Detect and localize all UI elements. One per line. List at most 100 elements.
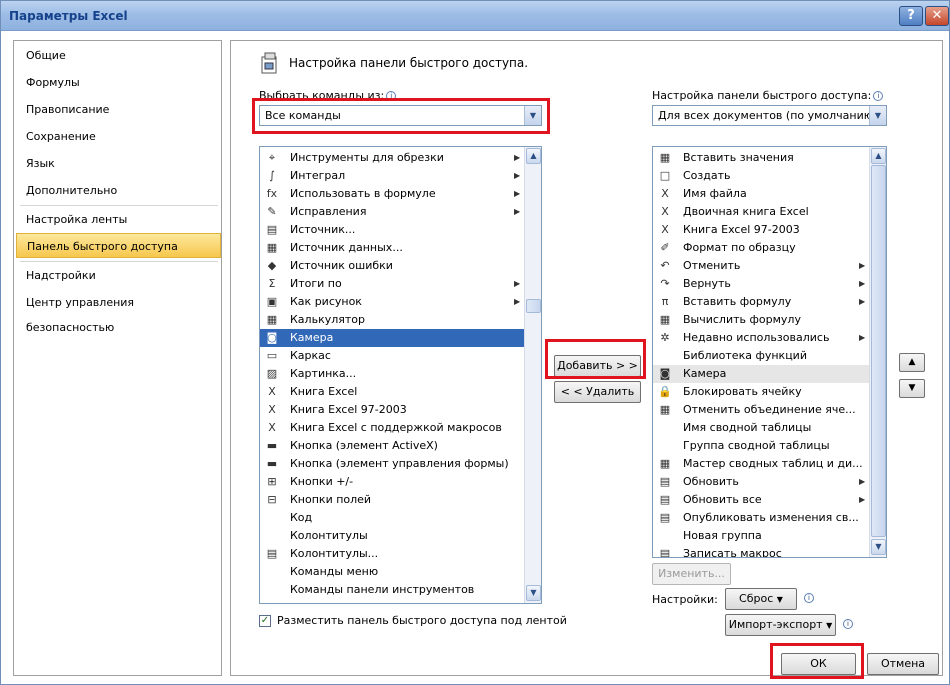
list-item[interactable]: Команды панели инструментов xyxy=(260,581,524,599)
list-item-label: Имя сводной таблицы xyxy=(683,421,812,434)
nav-item-trust-center[interactable]: Центр управления безопасностью xyxy=(16,290,221,334)
list-item[interactable]: ◙ Камера xyxy=(653,365,869,383)
nav-item-proofing[interactable]: Правописание xyxy=(16,97,221,122)
list-item[interactable]: ▣ Как рисунок ▶ xyxy=(260,293,524,311)
list-item[interactable]: ▭ Каркас xyxy=(260,347,524,365)
scroll-down-icon[interactable]: ▼ xyxy=(871,539,886,555)
list-item[interactable]: X Книга Excel xyxy=(260,383,524,401)
command-icon: 🔒 xyxy=(658,385,672,398)
commands-list[interactable]: ⌖ Инструменты для обрезки ▶ ∫ Интеграл ▶ fx Исп… xyxy=(259,146,542,604)
highlight-frame xyxy=(252,98,550,134)
move-down-button[interactable]: ▼ xyxy=(899,379,925,398)
list-item[interactable]: ▤ Опубликовать изменения св... xyxy=(653,509,869,527)
list-item[interactable]: ▦ Вставить значения xyxy=(653,149,869,167)
list-item-label: Кнопки +/- xyxy=(290,475,354,488)
command-icon: X xyxy=(661,205,669,218)
list-item[interactable]: Библиотека функций xyxy=(653,347,869,365)
list-item[interactable]: π Вставить формулу ▶ xyxy=(653,293,869,311)
list-item-label: Команды меню xyxy=(290,565,379,578)
scroll-thumb[interactable] xyxy=(871,165,886,537)
list-item[interactable]: Колонтитулы xyxy=(260,527,524,545)
list-item[interactable]: ✎ Исправления ▶ xyxy=(260,203,524,221)
list-item[interactable]: ↶ Отменить ▶ xyxy=(653,257,869,275)
qat-commands-list[interactable]: ▦ Вставить значения □ Создать X Имя файла X Дво… xyxy=(652,146,887,558)
list-item[interactable]: ⊟ Кнопки полей xyxy=(260,491,524,509)
list-item[interactable]: ◆ Источник ошибки xyxy=(260,257,524,275)
show-below-ribbon-label: Разместить панель быстрого доступа под л… xyxy=(277,614,567,627)
list-item[interactable]: □ Создать xyxy=(653,167,869,185)
modify-button[interactable]: Изменить... xyxy=(652,563,731,585)
command-icon: ◙ xyxy=(659,367,671,380)
list-item[interactable]: X Книга Excel 97-2003 xyxy=(260,401,524,419)
nav-item-addins[interactable]: Надстройки xyxy=(16,263,221,288)
list-item[interactable]: ◙ Камера xyxy=(260,329,524,347)
nav-item-quick-access-toolbar[interactable]: Панель быстрого доступа xyxy=(16,233,221,258)
list-item[interactable]: ▦ Калькулятор xyxy=(260,311,524,329)
list-item[interactable]: ▨ Картинка... xyxy=(260,365,524,383)
list-item[interactable]: ▤ Записать макрос xyxy=(653,545,869,558)
list-item[interactable]: ▤ Источник... xyxy=(260,221,524,239)
list-item[interactable]: ▦ Мастер сводных таблиц и ди... xyxy=(653,455,869,473)
list-item[interactable]: ∫ Интеграл ▶ xyxy=(260,167,524,185)
move-up-button[interactable]: ▲ xyxy=(899,353,925,372)
command-icon: Σ xyxy=(268,277,276,290)
customizations-label: Настройки: xyxy=(652,593,718,606)
command-icon: ↷ xyxy=(660,277,670,290)
list-item[interactable]: Новая группа xyxy=(653,527,869,545)
cancel-button[interactable]: Отмена xyxy=(867,653,939,675)
reset-button[interactable]: Сброс ▼ xyxy=(725,588,797,610)
commands-scrollbar[interactable]: ▲ ▼ xyxy=(524,147,541,603)
command-icon: ▤ xyxy=(659,493,671,506)
list-item[interactable]: ▬ Кнопка (элемент ActiveX) xyxy=(260,437,524,455)
list-item-label: Книга Excel с поддержкой макросов xyxy=(290,421,502,434)
command-icon: X xyxy=(661,223,669,236)
list-item[interactable]: ✐ Формат по образцу xyxy=(653,239,869,257)
scroll-thumb[interactable] xyxy=(526,299,541,313)
list-item[interactable]: ▦ Источник данных... xyxy=(260,239,524,257)
command-icon: ▤ xyxy=(659,547,671,558)
help-button[interactable]: ? xyxy=(899,6,923,26)
list-item[interactable]: 🔒 Блокировать ячейку xyxy=(653,383,869,401)
nav-item-advanced[interactable]: Дополнительно xyxy=(16,178,221,203)
nav-item-save[interactable]: Сохранение xyxy=(16,124,221,149)
list-item[interactable]: Группа сводной таблицы xyxy=(653,437,869,455)
list-item[interactable]: Код xyxy=(260,509,524,527)
list-item[interactable]: ▦ Вычислить формулу xyxy=(653,311,869,329)
list-item[interactable]: ⌖ Инструменты для обрезки ▶ xyxy=(260,149,524,167)
show-below-ribbon-checkbox[interactable]: ✓ xyxy=(259,615,271,627)
list-item[interactable]: ▦ Отменить объединение яче... xyxy=(653,401,869,419)
list-item-label: Кнопка (элемент управления формы) xyxy=(290,457,509,470)
close-button[interactable]: ✕ xyxy=(925,6,949,26)
list-item[interactable]: X Имя файла xyxy=(653,185,869,203)
nav-item-general[interactable]: Общие xyxy=(16,43,221,68)
list-item[interactable]: ▤ Колонтитулы... xyxy=(260,545,524,563)
qat-scope-value: Для всех документов (по умолчанию) xyxy=(658,109,878,122)
scroll-up-icon[interactable]: ▲ xyxy=(526,148,541,164)
nav-item-customize-ribbon[interactable]: Настройка ленты xyxy=(16,207,221,232)
list-item[interactable]: fx Использовать в формуле ▶ xyxy=(260,185,524,203)
qat-scope-select[interactable]: Для всех документов (по умолчанию) ▼ xyxy=(652,105,887,126)
highlight-frame xyxy=(770,643,864,679)
chevron-down-icon[interactable]: ▼ xyxy=(869,106,886,125)
list-item[interactable]: Команды меню xyxy=(260,563,524,581)
nav-item-formulas[interactable]: Формулы xyxy=(16,70,221,95)
list-item[interactable]: ▤ Обновить ▶ xyxy=(653,473,869,491)
list-item[interactable]: ↷ Вернуть ▶ xyxy=(653,275,869,293)
list-item[interactable]: ▤ Обновить все ▶ xyxy=(653,491,869,509)
nav-item-language[interactable]: Язык xyxy=(16,151,221,176)
list-item[interactable]: Имя сводной таблицы xyxy=(653,419,869,437)
list-item[interactable]: X Книга Excel с поддержкой макросов xyxy=(260,419,524,437)
list-item[interactable]: ⊞ Кнопки +/- xyxy=(260,473,524,491)
qat-scrollbar[interactable]: ▲ ▼ xyxy=(869,147,886,557)
list-item-label: Камера xyxy=(683,367,727,380)
list-item[interactable]: ✲ Недавно использовались ▶ xyxy=(653,329,869,347)
list-item[interactable]: ▬ Кнопка (элемент управления формы) xyxy=(260,455,524,473)
remove-button[interactable]: < < Удалить xyxy=(554,381,641,403)
list-item[interactable]: X Двоичная книга Excel xyxy=(653,203,869,221)
list-item[interactable]: Σ Итоги по ▶ xyxy=(260,275,524,293)
list-item[interactable]: X Книга Excel 97-2003 xyxy=(653,221,869,239)
scroll-up-icon[interactable]: ▲ xyxy=(871,148,886,164)
command-icon: X xyxy=(268,403,276,416)
scroll-down-icon[interactable]: ▼ xyxy=(526,585,541,601)
import-export-button[interactable]: Импорт-экспорт ▼ xyxy=(725,614,836,636)
